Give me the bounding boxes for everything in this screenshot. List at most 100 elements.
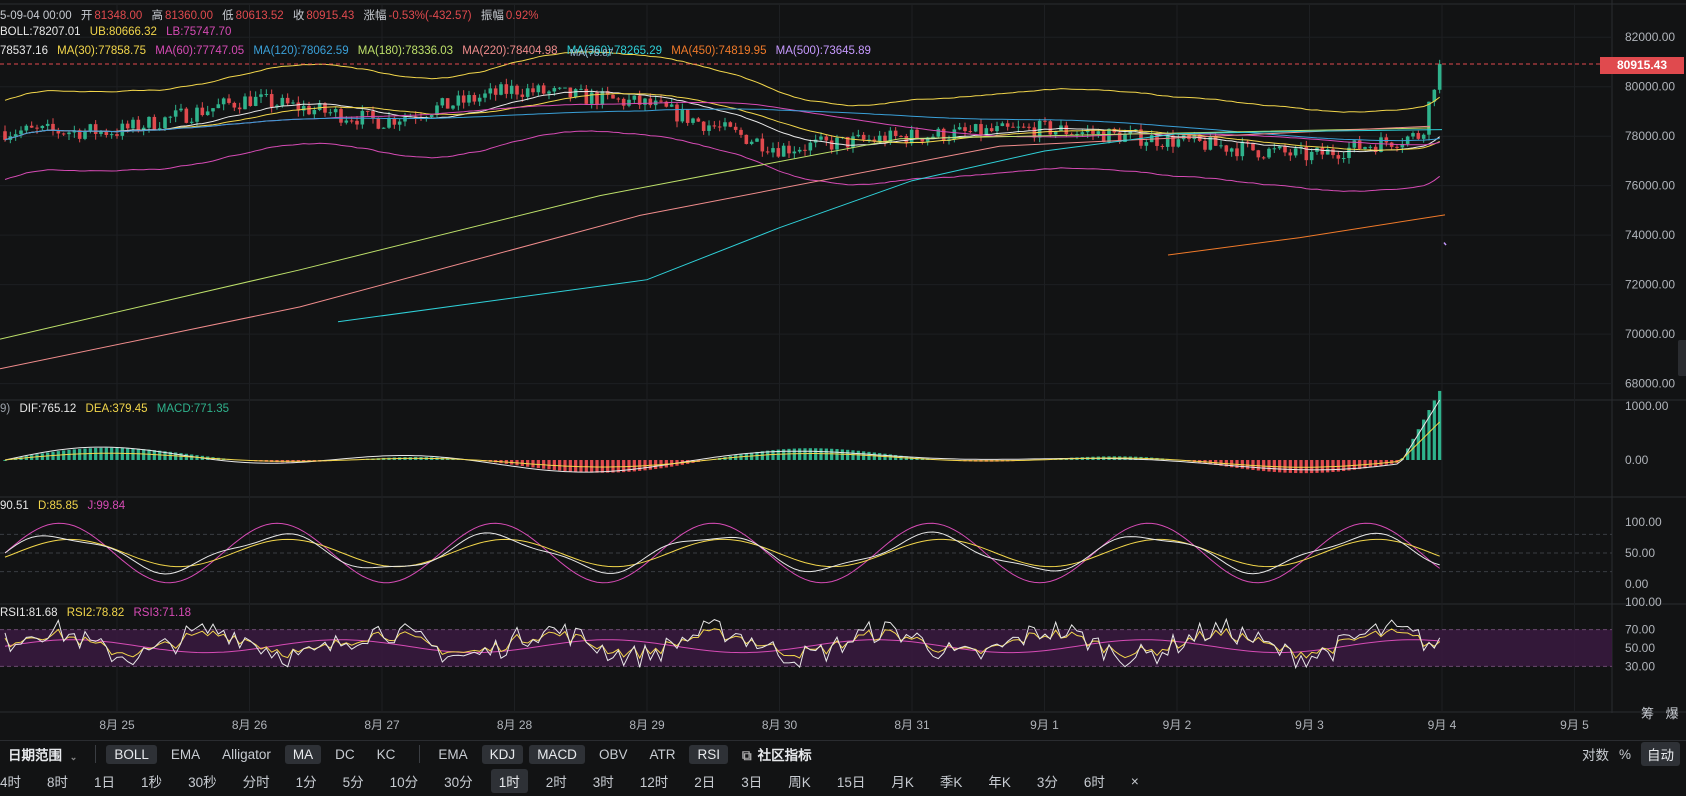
rsi-legend: RSI1:81.68 RSI2:78.82 RSI3:71.18 — [0, 607, 197, 619]
overlay-ema-button[interactable]: EMA — [163, 745, 208, 764]
timeframe-4[interactable]: 30秒 — [180, 769, 225, 793]
macd-bar — [1304, 460, 1308, 474]
ma500-line — [1443, 242, 1447, 246]
candle-body — [1203, 140, 1207, 150]
chart-area[interactable]: 82000.00 80000.00 78000.00 76000.00 74000.00… — [0, 0, 1686, 740]
date-tick-11: 9月 5 — [1560, 718, 1589, 732]
candle-body — [381, 127, 386, 129]
candle-body — [504, 84, 509, 94]
timeframe-0[interactable]: 4时 — [0, 769, 29, 793]
liquidation-label[interactable]: 爆 — [1666, 706, 1679, 721]
timeframe-22[interactable]: 6时 — [1076, 769, 1113, 793]
ma500-value: MA(500):73645.89 — [775, 45, 871, 57]
ma220-value: MA(220):78404.98 — [462, 45, 558, 57]
candle-body — [483, 93, 487, 98]
candle-body — [509, 85, 514, 94]
candle-body — [376, 118, 381, 129]
candle-body — [259, 94, 263, 97]
date-tick-2: 8月 27 — [364, 718, 400, 732]
candle-body — [723, 122, 727, 127]
candle-body — [120, 123, 125, 136]
timeframe-13[interactable]: 12时 — [632, 769, 677, 793]
overlay-alligator-button[interactable]: Alligator — [214, 745, 279, 764]
chip-label[interactable]: 筹 — [1641, 706, 1654, 721]
overlay-boll-button[interactable]: BOLL — [106, 744, 157, 764]
community-indicators-button[interactable]: ⧉ 社区指标 — [734, 742, 820, 766]
sub-obv-button[interactable]: OBV — [591, 745, 636, 764]
candle-body — [1293, 148, 1298, 156]
chart-canvas[interactable]: 82000.00 80000.00 78000.00 76000.00 74000.00… — [0, 0, 1686, 740]
timeframe-11[interactable]: 2时 — [538, 769, 575, 793]
timeframe-2[interactable]: 1日 — [86, 769, 123, 793]
candle-body — [957, 127, 962, 130]
price-tick-6: 70000.00 — [1625, 327, 1675, 341]
timeframe-3[interactable]: 1秒 — [133, 769, 170, 793]
timeframe-8[interactable]: 10分 — [382, 769, 427, 793]
candle-body — [499, 84, 503, 95]
candle-body — [515, 85, 519, 95]
sub-kdj-button[interactable]: KDJ — [481, 744, 524, 764]
timeframe-19[interactable]: 季K — [932, 769, 971, 793]
candle-body — [760, 138, 765, 152]
candle-body — [291, 102, 295, 104]
timeframe-18[interactable]: 月K — [883, 769, 922, 793]
date-tick-4: 8月 29 — [629, 718, 665, 732]
candle-body — [1272, 148, 1277, 150]
sub-macd-button[interactable]: MACD — [529, 744, 585, 764]
candle-body — [963, 127, 967, 132]
candle-body — [131, 119, 135, 129]
log-scale-toggle[interactable]: 对数 — [1582, 744, 1609, 764]
sub-rsi-button[interactable]: RSI — [689, 744, 728, 764]
rsi-tick-2: 50.00 — [1625, 641, 1655, 655]
timeframe-15[interactable]: 3日 — [733, 769, 770, 793]
candle-body — [163, 117, 167, 129]
timeframe-9[interactable]: 30分 — [436, 769, 481, 793]
ma360-line — [337, 129, 1443, 323]
timeframe-12[interactable]: 3时 — [585, 769, 622, 793]
axis-scroll-handle[interactable] — [1678, 340, 1686, 376]
overlay-dc-button[interactable]: DC — [327, 745, 363, 764]
candle-body — [968, 131, 973, 133]
macd-bar — [1310, 460, 1314, 474]
timeframe-21[interactable]: 3分 — [1029, 769, 1066, 793]
timeframe-10[interactable]: 1时 — [490, 769, 528, 793]
candle-body — [35, 127, 39, 129]
timeframe-14[interactable]: 2日 — [686, 769, 723, 793]
price-tick-2: 78000.00 — [1625, 129, 1675, 143]
close-icon[interactable]: × — [1123, 772, 1147, 791]
candle-body — [285, 97, 290, 104]
price-tick-1: 80000.00 — [1625, 80, 1675, 94]
timeframe-20[interactable]: 年K — [980, 769, 1019, 793]
macd-bar — [1278, 460, 1282, 473]
candle-body — [232, 102, 237, 108]
overlay-ma-button[interactable]: MA — [284, 744, 322, 764]
candle-body — [1416, 133, 1421, 139]
timeframe-7[interactable]: 5分 — [335, 769, 372, 793]
timeframe-1[interactable]: 8时 — [39, 769, 76, 793]
candle-body — [771, 148, 775, 153]
timeframe-16[interactable]: 周K — [780, 769, 819, 793]
auto-scale-toggle[interactable]: 自动 — [1641, 742, 1680, 766]
macd-bar — [590, 460, 594, 473]
candle-body — [536, 85, 541, 93]
overlay-kc-button[interactable]: KC — [369, 745, 404, 764]
candle-body — [797, 149, 802, 152]
macd-bar — [584, 460, 588, 473]
candle-body — [1165, 135, 1170, 147]
candle-body — [824, 136, 829, 141]
candle-body — [685, 109, 690, 123]
high-value: 81360.00 — [165, 10, 213, 22]
timeframe-6[interactable]: 1分 — [288, 769, 325, 793]
sub-atr-button[interactable]: ATR — [641, 745, 683, 764]
timeframe-17[interactable]: 15日 — [829, 769, 874, 793]
date-tick-6: 8月 31 — [894, 718, 930, 732]
candle-body — [456, 95, 461, 106]
timeframe-5[interactable]: 分时 — [235, 769, 278, 793]
sub-ema-button[interactable]: EMA — [430, 745, 475, 764]
date-tick-1: 8月 26 — [232, 718, 268, 732]
date-range-button[interactable]: 日期范围 ⌄ — [0, 742, 85, 766]
ohlc-legend: 5-09-04 00:00 开 81348.00 高 81360.00 低 80613… — [0, 7, 544, 23]
candle-body — [1256, 150, 1261, 158]
candle-body — [1288, 152, 1293, 156]
percent-scale-toggle[interactable]: % — [1619, 747, 1631, 762]
